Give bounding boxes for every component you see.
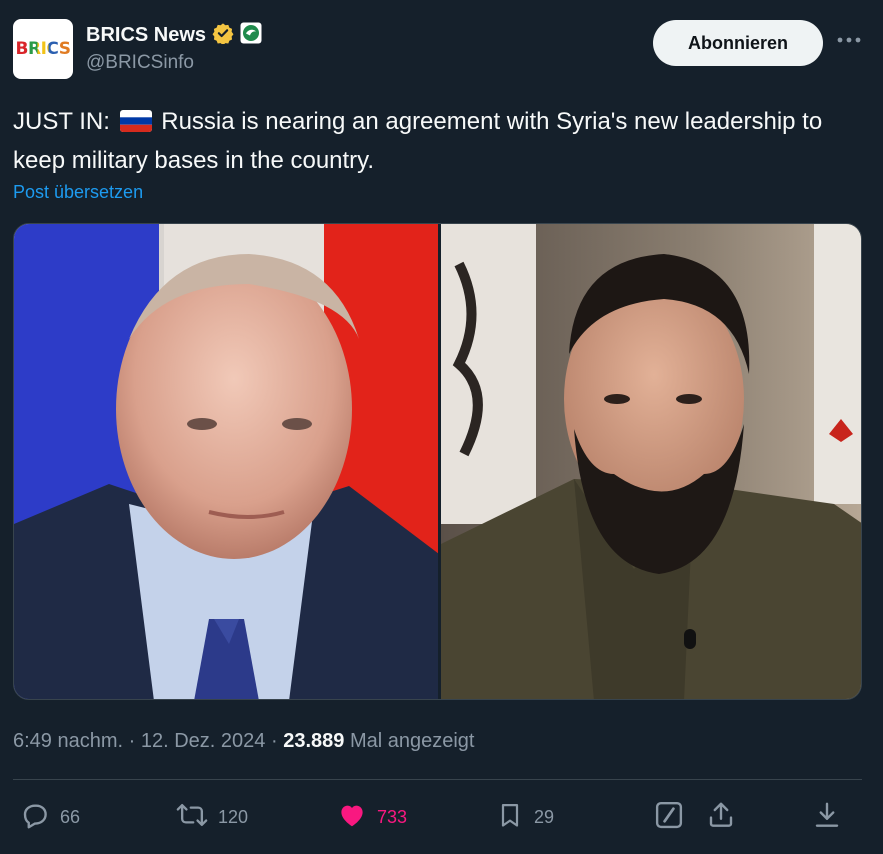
left-photo xyxy=(14,224,439,699)
bookmark-icon xyxy=(496,800,524,835)
grok-button[interactable] xyxy=(654,795,684,839)
tweet-time[interactable]: 6:49 nachm. xyxy=(13,730,123,752)
right-photo xyxy=(441,224,861,699)
reply-count: 66 xyxy=(60,806,81,827)
heart-icon xyxy=(337,800,367,835)
like-button[interactable]: 733 xyxy=(337,795,407,839)
follow-button[interactable]: Abonnieren xyxy=(653,20,823,66)
translate-post-link[interactable]: Post übersetzen xyxy=(13,182,143,203)
repost-count: 120 xyxy=(218,806,249,827)
tweet-text: JUST IN: Russia is nearing an agreement … xyxy=(13,104,863,179)
share-icon xyxy=(706,800,736,835)
divider xyxy=(13,779,862,780)
avatar-logo-text: BRICS xyxy=(15,39,71,59)
tweet-media[interactable] xyxy=(13,223,862,700)
download-button[interactable] xyxy=(812,795,842,839)
bookmark-button[interactable]: 29 xyxy=(496,795,554,839)
verified-badge-icon xyxy=(212,22,234,49)
repost-icon xyxy=(176,800,208,835)
tweet-text-prefix: JUST IN: xyxy=(13,108,110,135)
share-button[interactable] xyxy=(706,795,736,839)
like-count: 733 xyxy=(377,806,408,827)
meta-separator: · xyxy=(270,730,278,752)
reply-icon xyxy=(20,800,50,835)
tweet-metadata: 6:49 nachm. · 12. Dez. 2024 · 23.889 Mal… xyxy=(13,730,474,753)
action-bar: 66 120 733 29 xyxy=(0,795,883,839)
avatar[interactable]: BRICS xyxy=(13,19,73,79)
russia-flag-icon xyxy=(119,107,152,143)
account-handle[interactable]: @BRICSinfo xyxy=(86,52,194,74)
meta-separator: · xyxy=(128,730,136,752)
download-icon xyxy=(812,800,842,835)
more-options-icon[interactable] xyxy=(836,31,862,49)
reply-button[interactable]: 66 xyxy=(20,795,80,839)
author-name-row: BRICS News xyxy=(86,22,262,49)
display-name[interactable]: BRICS News xyxy=(86,24,206,47)
repost-button[interactable]: 120 xyxy=(176,795,248,839)
grok-icon xyxy=(654,800,684,835)
view-count: 23.889 xyxy=(283,730,345,752)
view-count-label: Mal angezeigt xyxy=(349,730,475,752)
affiliate-badge-icon xyxy=(240,22,262,49)
tweet-date[interactable]: 12. Dez. 2024 xyxy=(141,730,266,752)
bookmark-count: 29 xyxy=(534,806,555,827)
